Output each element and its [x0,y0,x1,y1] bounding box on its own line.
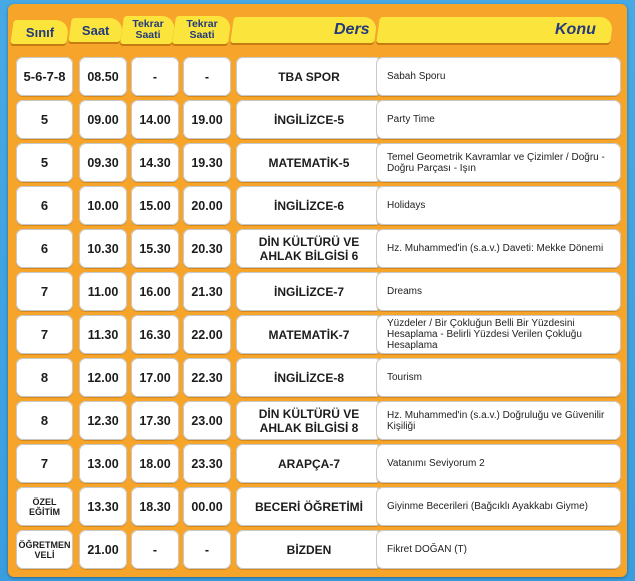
tekrar-saati-2-cell: 20.00 [183,186,231,225]
saat-cell: 12.30 [79,401,127,440]
ders-cell: İNGİLİZCE-8 [236,358,382,397]
saat-cell: 11.30 [79,315,127,354]
konu-cell: Giyinme Becerileri (Bağcıklı Ayakkabı Gi… [376,487,621,526]
ders-cell: ARAPÇA-7 [236,444,382,483]
table-row: 8 12.00 17.00 22.30 İNGİLİZCE-8 Tourism [16,357,621,400]
konu-cell: Hz. Muhammed'in (s.a.v.) Doğruluğu ve Gü… [376,401,621,440]
tekrar-saati-1-cell: 18.30 [131,487,179,526]
tekrar-saati-1-cell: 16.30 [131,315,179,354]
tekrar-saati-2-cell: - [183,57,231,96]
table-row: 7 13.00 18.00 23.30 ARAPÇA-7 Vatanımı Seviyor… [16,443,621,486]
saat-cell: 10.00 [79,186,127,225]
ders-cell: DİN KÜLTÜRÜ VE AHLAK BİLGİSİ 6 [236,229,382,268]
sinif-cell: 8 [16,401,73,440]
tekrar-saati-1-cell: 18.00 [131,444,179,483]
sinif-cell: ÖZEL EĞİTİM [16,487,73,526]
tekrar-saati-2-cell: 22.30 [183,358,231,397]
table-row: 8 12.30 17.30 23.00 DİN KÜLTÜRÜ VE AHLAK BİL… [16,400,621,443]
saat-cell: 21.00 [79,530,127,569]
table-header: Sınıf Saat Tekrar Saati Tekrar Saati Der… [8,4,627,44]
sinif-cell: 7 [16,272,73,311]
sinif-cell: 5 [16,143,73,182]
konu-cell: Dreams [376,272,621,311]
sinif-cell: ÖĞRETMEN VELİ [16,530,73,569]
sinif-cell: 5 [16,100,73,139]
tekrar-saati-1-cell: 16.00 [131,272,179,311]
konu-cell: Fikret DOĞAN (T) [376,530,621,569]
konu-cell: Hz. Muhammed'in (s.a.v.) Daveti: Mekke D… [376,229,621,268]
tekrar-saati-1-cell: 17.30 [131,401,179,440]
table-row: 5-6-7-8 08.50- - TBA SPOR Sabah Sporu [16,56,621,99]
header-sinif: Sınıf [10,20,70,44]
tekrar-saati-2-cell: 22.00 [183,315,231,354]
table-row: ÖZEL EĞİTİM 13.30 18.30 00.00 BECERİ ÖĞRETİM… [16,486,621,529]
ders-cell: TBA SPOR [236,57,382,96]
tekrar-saati-1-cell: 15.30 [131,229,179,268]
konu-cell: Sabah Sporu [376,57,621,96]
tekrar-saati-1-cell: 15.00 [131,186,179,225]
header-saat: Saat [68,18,124,42]
konu-cell: Yüzdeler / Bir Çokluğun Belli Bir Yüzdes… [376,315,621,354]
header-tekrar-saati-2: Tekrar Saati [172,16,232,44]
saat-cell: 12.00 [79,358,127,397]
saat-cell: 10.30 [79,229,127,268]
schedule-rows: 5-6-7-8 08.50- - TBA SPOR Sabah Sporu 5 09.00 1… [16,56,621,572]
tekrar-saati-1-cell: - [131,530,179,569]
konu-cell: Party Time [376,100,621,139]
tekrar-saati-2-cell: 00.00 [183,487,231,526]
ders-cell: MATEMATİK-5 [236,143,382,182]
tekrar-saati-2-cell: 20.30 [183,229,231,268]
sinif-cell: 7 [16,315,73,354]
saat-cell: 08.50 [79,57,127,96]
ders-cell: İNGİLİZCE-6 [236,186,382,225]
saat-cell: 09.00 [79,100,127,139]
tekrar-saati-2-cell: 23.00 [183,401,231,440]
tekrar-saati-2-cell: - [183,530,231,569]
header-tekrar-saati-1: Tekrar Saati [120,16,176,44]
konu-cell: Tourism [376,358,621,397]
table-row: 7 11.00 16.00 21.30 İNGİLİZCE-7 Dreams [16,271,621,314]
tekrar-saati-1-cell: - [131,57,179,96]
saat-cell: 09.30 [79,143,127,182]
sinif-cell: 7 [16,444,73,483]
ders-cell: BECERİ ÖĞRETİMİ [236,487,382,526]
saat-cell: 13.00 [79,444,127,483]
tekrar-saati-1-cell: 14.00 [131,100,179,139]
tekrar-saati-2-cell: 23.30 [183,444,231,483]
table-row: 5 09.00 14.00 19.00 İNGİLİZCE-5 Party Time [16,99,621,142]
konu-cell: Temel Geometrik Kavramlar ve Çizimler / … [376,143,621,182]
table-row: 7 11.30 16.30 22.00 MATEMATİK-7 Yüzdeler / Bi… [16,314,621,357]
ders-cell: İNGİLİZCE-5 [236,100,382,139]
header-ders: Ders [230,17,378,43]
ders-cell: DİN KÜLTÜRÜ VE AHLAK BİLGİSİ 8 [236,401,382,440]
table-row: 6 10.00 15.00 20.00 İNGİLİZCE-6 Holidays [16,185,621,228]
ders-cell: İNGİLİZCE-7 [236,272,382,311]
tekrar-saati-2-cell: 21.30 [183,272,231,311]
ders-cell: MATEMATİK-7 [236,315,382,354]
konu-cell: Vatanımı Seviyorum 2 [376,444,621,483]
sinif-cell: 6 [16,186,73,225]
tekrar-saati-2-cell: 19.00 [183,100,231,139]
saat-cell: 13.30 [79,487,127,526]
table-row: 5 09.30 14.30 19.30 MATEMATİK-5 Temel Geometr… [16,142,621,185]
sinif-cell: 5-6-7-8 [16,57,73,96]
tekrar-saati-2-cell: 19.30 [183,143,231,182]
ders-cell: BİZDEN [236,530,382,569]
sinif-cell: 8 [16,358,73,397]
schedule-board: Sınıf Saat Tekrar Saati Tekrar Saati Der… [8,4,627,577]
saat-cell: 11.00 [79,272,127,311]
konu-cell: Holidays [376,186,621,225]
header-konu: Konu [376,17,614,43]
tekrar-saati-1-cell: 17.00 [131,358,179,397]
sinif-cell: 6 [16,229,73,268]
table-row: 6 10.30 15.30 20.30 DİN KÜLTÜRÜ VE AHLAK BİL… [16,228,621,271]
tekrar-saati-1-cell: 14.30 [131,143,179,182]
table-row: ÖĞRETMEN VELİ 21.00- - BİZDEN Fikret DOĞAN (… [16,529,621,572]
